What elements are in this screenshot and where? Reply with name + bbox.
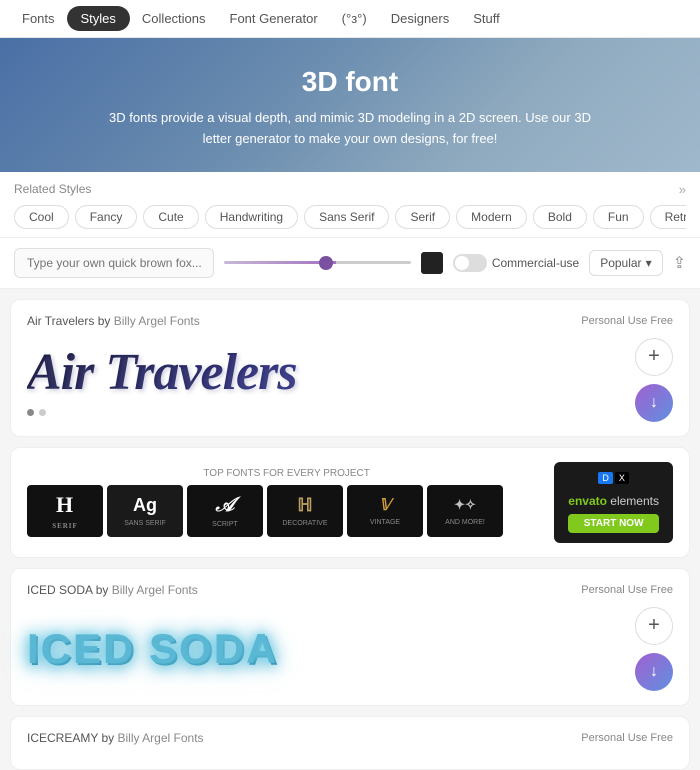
envato-cta-button[interactable]: START NOW — [568, 514, 659, 533]
ad-thumb-script[interactable]: 𝒜 SCRIPT — [187, 485, 263, 537]
nav-designers[interactable]: Designers — [379, 3, 462, 34]
nav-stuff[interactable]: Stuff — [461, 3, 512, 34]
envato-logo: envato elements — [568, 494, 659, 508]
nav-styles[interactable]: Styles — [67, 6, 130, 31]
font-name: ICECREAMY — [27, 731, 98, 745]
share-icon[interactable]: ⇪ — [673, 253, 686, 273]
tag-sans-serif[interactable]: Sans Serif — [304, 205, 389, 229]
style-tags: Cool Fancy Cute Handwriting Sans Serif S… — [14, 205, 686, 229]
add-to-collection-button[interactable]: + — [635, 607, 673, 645]
tag-handwriting[interactable]: Handwriting — [205, 205, 298, 229]
nav-collections[interactable]: Collections — [130, 3, 218, 34]
nav-font-generator[interactable]: Font Generator — [218, 3, 330, 34]
ad-badge-x: X — [615, 472, 629, 484]
air-travelers-preview-text: Air Travelers — [27, 344, 635, 401]
tag-fancy[interactable]: Fancy — [75, 205, 138, 229]
font-license-badge: Personal Use Free — [581, 732, 673, 744]
tag-retro[interactable]: Retro — [650, 205, 686, 229]
ad-thumb-script-label: SCRIPT — [212, 521, 238, 528]
hero-section: 3D font 3D fonts provide a visual depth,… — [0, 38, 700, 172]
download-button[interactable]: ↓ — [635, 384, 673, 422]
tag-bold[interactable]: Bold — [533, 205, 587, 229]
related-styles-section: Related Styles » Cool Fancy Cute Handwri… — [0, 172, 700, 238]
font-card-iced-soda: ICED SODA by Billy Argel Fonts Personal … — [10, 568, 690, 706]
search-input[interactable] — [14, 248, 214, 278]
commercial-use-toggle: Commercial-use — [453, 254, 579, 272]
envato-ad-box: D X envato elements START NOW — [554, 462, 673, 543]
dot-1[interactable] — [27, 409, 34, 416]
ad-thumb-sans-label: SANS SERIF — [124, 520, 166, 527]
tag-modern[interactable]: Modern — [456, 205, 527, 229]
ad-thumb-vintage[interactable]: 𝕍 VINTAGE — [347, 485, 423, 537]
commercial-label: Commercial-use — [492, 256, 579, 270]
font-author: Billy Argel Fonts — [118, 731, 204, 745]
ad-banner: TOP FONTS FOR EVERY PROJECT H SERIF Ag S… — [10, 447, 690, 558]
iced-soda-preview-text: ICED SODA — [27, 625, 635, 673]
related-arrow-icon[interactable]: » — [679, 182, 686, 197]
font-by: by — [98, 314, 114, 328]
search-bar: Commercial-use Popular ▾ ⇪ — [0, 238, 700, 289]
nav-emoji[interactable]: (°з°) — [330, 3, 379, 34]
font-card-title: Air Travelers by Billy Argel Fonts — [27, 314, 200, 328]
ad-thumb-serif-label: SERIF — [52, 522, 78, 530]
font-by: by — [101, 731, 117, 745]
ad-font-thumbs: H SERIF Ag SANS SERIF 𝒜 SCRIPT ℍ DECORAT… — [27, 485, 546, 537]
tag-cool[interactable]: Cool — [14, 205, 69, 229]
font-card-icecreamy: ICECREAMY by Billy Argel Fonts Personal … — [10, 716, 690, 770]
font-license-badge: Personal Use Free — [581, 315, 673, 327]
download-button[interactable]: ↓ — [635, 653, 673, 691]
ad-thumb-serif[interactable]: H SERIF — [27, 485, 103, 537]
font-size-slider[interactable] — [224, 261, 411, 264]
font-name: Air Travelers — [27, 314, 94, 328]
commercial-toggle-switch[interactable] — [453, 254, 487, 272]
dot-2[interactable] — [39, 409, 46, 416]
main-nav: Fonts Styles Collections Font Generator … — [0, 0, 700, 38]
font-author: Billy Argel Fonts — [114, 314, 200, 328]
chevron-down-icon: ▾ — [646, 256, 652, 270]
nav-fonts[interactable]: Fonts — [10, 3, 67, 34]
tag-cute[interactable]: Cute — [143, 205, 198, 229]
ad-thumb-vintage-label: VINTAGE — [370, 519, 400, 526]
related-styles-label: Related Styles — [14, 182, 91, 196]
sort-label: Popular — [600, 256, 641, 270]
carousel-dots — [27, 409, 635, 416]
color-picker[interactable] — [421, 252, 443, 274]
ad-badge-d: D — [598, 472, 613, 484]
ad-thumb-decorative-label: DECORATIVE — [283, 520, 328, 527]
ad-thumb-more-label: AND MORE! — [445, 519, 485, 526]
ad-thumb-more[interactable]: ✦✧ AND MORE! — [427, 485, 503, 537]
iced-soda-preview: ICED SODA — [27, 625, 635, 673]
tag-serif[interactable]: Serif — [395, 205, 450, 229]
ad-top-label: TOP FONTS FOR EVERY PROJECT — [27, 468, 546, 479]
hero-description: 3D fonts provide a visual depth, and mim… — [100, 108, 600, 150]
font-actions: + ↓ — [635, 338, 673, 422]
ad-badges: D X — [598, 472, 629, 484]
font-preview: Air Travelers — [27, 344, 635, 416]
add-to-collection-button[interactable]: + — [635, 338, 673, 376]
ad-thumb-sans[interactable]: Ag SANS SERIF — [107, 485, 183, 537]
sort-dropdown[interactable]: Popular ▾ — [589, 250, 662, 276]
tag-fun[interactable]: Fun — [593, 205, 644, 229]
font-card-title: ICECREAMY by Billy Argel Fonts — [27, 731, 204, 745]
font-size-slider-container — [224, 261, 411, 264]
ad-thumb-decorative[interactable]: ℍ DECORATIVE — [267, 485, 343, 537]
font-actions: + ↓ — [635, 607, 673, 691]
hero-title: 3D font — [40, 66, 660, 98]
font-card-air-travelers: Air Travelers by Billy Argel Fonts Perso… — [10, 299, 690, 437]
